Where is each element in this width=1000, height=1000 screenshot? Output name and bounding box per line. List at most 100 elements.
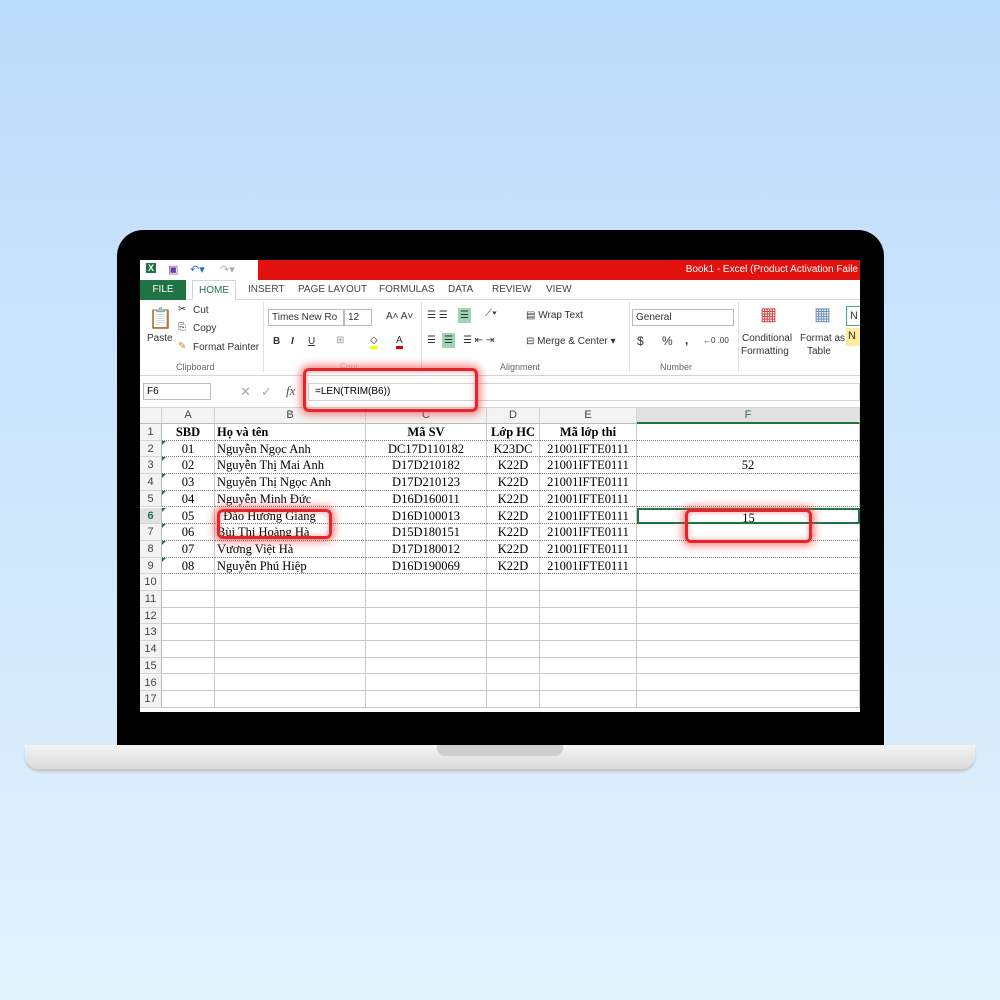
cell-D15[interactable] (487, 657, 540, 675)
row-header-14[interactable]: 14 (140, 641, 162, 658)
cell-E8[interactable]: 21001IFTE0111 (540, 540, 637, 558)
cell-E6[interactable]: 21001IFTE0111 (540, 507, 637, 525)
cell-D3[interactable]: K22D (487, 457, 540, 475)
row-header-3[interactable]: 3 (140, 457, 162, 475)
orientation-icon[interactable]: ⟋▾ (485, 308, 497, 319)
style-normal[interactable]: N (846, 306, 860, 326)
cell-F16[interactable] (637, 674, 860, 692)
column-header-A[interactable]: A (162, 408, 215, 424)
cell-C16[interactable] (366, 674, 487, 692)
cut-button[interactable]: Cut (193, 305, 209, 316)
currency-button[interactable]: $ (637, 334, 644, 348)
row-header-13[interactable]: 13 (140, 624, 162, 642)
row-header-15[interactable]: 15 (140, 657, 162, 675)
wrap-text-button[interactable]: ▤ Wrap Text (526, 310, 583, 321)
cell-F9[interactable] (637, 557, 860, 575)
cell-F1[interactable] (637, 424, 860, 441)
cell-D5[interactable]: K22D (487, 490, 540, 508)
tab-review[interactable]: REVIEW (492, 280, 531, 300)
cell-E3[interactable]: 21001IFTE0111 (540, 457, 637, 475)
cell-E17[interactable] (540, 691, 637, 708)
align-left-icon[interactable]: ☰ (427, 335, 436, 346)
cell-D2[interactable]: K23DC (487, 440, 540, 458)
cell-A13[interactable] (162, 624, 215, 642)
cell-E12[interactable] (540, 607, 637, 625)
cell-D4[interactable]: K22D (487, 474, 540, 491)
percent-button[interactable]: % (662, 334, 673, 348)
tab-home[interactable]: HOME (192, 280, 236, 300)
cell-C14[interactable] (366, 641, 487, 658)
copy-button[interactable]: Copy (193, 323, 216, 334)
grow-font-icon[interactable]: A˄ A˅ (386, 311, 413, 322)
cell-C4[interactable]: D17D210123 (366, 474, 487, 491)
cell-E5[interactable]: 21001IFTE0111 (540, 490, 637, 508)
cell-B1[interactable]: Họ và tên (215, 424, 366, 441)
tab-page-layout[interactable]: PAGE LAYOUT (298, 280, 367, 300)
row-header-8[interactable]: 8 (140, 540, 162, 558)
font-name-select[interactable]: Times New Ro (268, 309, 344, 326)
cell-B16[interactable] (215, 674, 366, 692)
cell-E15[interactable] (540, 657, 637, 675)
cell-A1[interactable]: SBD (162, 424, 215, 441)
cell-D17[interactable] (487, 691, 540, 708)
tab-file[interactable]: FILE (140, 280, 186, 300)
cell-F15[interactable] (637, 657, 860, 675)
paste-icon[interactable]: 📋 (148, 306, 173, 331)
font-size-select[interactable]: 12 (344, 309, 372, 326)
comma-button[interactable]: , (685, 333, 688, 347)
cell-F4[interactable] (637, 474, 860, 491)
cell-D14[interactable] (487, 641, 540, 658)
cell-D16[interactable] (487, 674, 540, 692)
cell-F3[interactable]: 52 (637, 457, 860, 475)
number-format-select[interactable]: General (632, 309, 734, 326)
row-header-16[interactable]: 16 (140, 674, 162, 692)
cell-E7[interactable]: 21001IFTE0111 (540, 524, 637, 541)
cell-E10[interactable] (540, 574, 637, 591)
cell-B17[interactable] (215, 691, 366, 708)
borders-icon[interactable]: ⊞ (336, 335, 344, 346)
cell-B9[interactable]: Nguyễn Phú Hiệp (215, 557, 366, 575)
redo-icon[interactable]: ↷▾ (220, 263, 235, 276)
cell-C1[interactable]: Mã SV (366, 424, 487, 441)
align-center-icon[interactable]: ☰ (442, 333, 455, 348)
cell-D6[interactable]: K22D (487, 507, 540, 525)
column-header-E[interactable]: E (540, 408, 637, 424)
cell-D11[interactable] (487, 591, 540, 608)
select-all-button[interactable] (140, 408, 162, 424)
row-header-6[interactable]: 6 (140, 507, 162, 525)
cell-F2[interactable] (637, 440, 860, 458)
tab-view[interactable]: VIEW (546, 280, 572, 300)
column-header-F[interactable]: F (637, 408, 860, 424)
cell-C7[interactable]: D15D180151 (366, 524, 487, 541)
cell-B12[interactable] (215, 607, 366, 625)
cell-B10[interactable] (215, 574, 366, 591)
cell-C10[interactable] (366, 574, 487, 591)
merge-center-button[interactable]: ⊟ Merge & Center ▾ (526, 336, 616, 347)
cell-B2[interactable]: Nguyễn Ngọc Anh (215, 440, 366, 458)
cell-A11[interactable] (162, 591, 215, 608)
cell-C3[interactable]: D17D210182 (366, 457, 487, 475)
cell-B4[interactable]: Nguyễn Thị Ngọc Anh (215, 474, 366, 491)
cell-F13[interactable] (637, 624, 860, 642)
cell-B15[interactable] (215, 657, 366, 675)
cell-C2[interactable]: DC17D110182 (366, 440, 487, 458)
cell-C12[interactable] (366, 607, 487, 625)
row-header-2[interactable]: 2 (140, 440, 162, 458)
cell-C5[interactable]: D16D160011 (366, 490, 487, 508)
cell-B8[interactable]: Vương Việt Hà (215, 540, 366, 558)
cell-A16[interactable] (162, 674, 215, 692)
cell-A8[interactable]: 07 (162, 540, 215, 558)
cell-B5[interactable]: Nguyễn Minh Đức (215, 490, 366, 508)
cell-D7[interactable]: K22D (487, 524, 540, 541)
cell-E16[interactable] (540, 674, 637, 692)
cell-A10[interactable] (162, 574, 215, 591)
cell-A17[interactable] (162, 691, 215, 708)
cell-D9[interactable]: K22D (487, 557, 540, 575)
cell-B14[interactable] (215, 641, 366, 658)
row-header-4[interactable]: 4 (140, 474, 162, 491)
row-header-12[interactable]: 12 (140, 607, 162, 625)
name-box[interactable]: F6 (143, 383, 211, 400)
cell-D13[interactable] (487, 624, 540, 642)
row-header-11[interactable]: 11 (140, 591, 162, 608)
row-header-10[interactable]: 10 (140, 574, 162, 591)
